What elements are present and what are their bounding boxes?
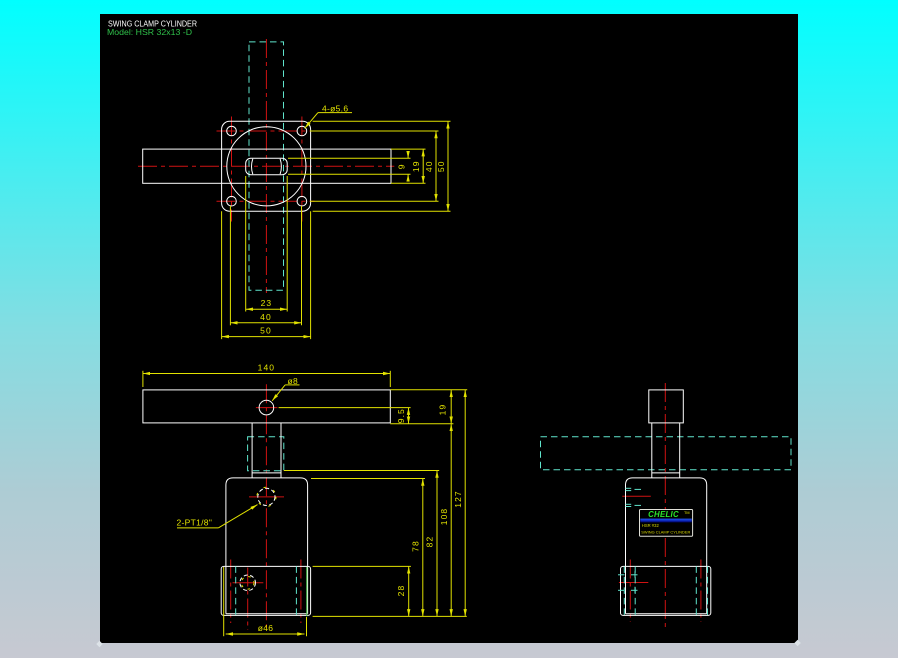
svg-text:23: 23 xyxy=(261,298,273,308)
svg-text:4-ø5.6: 4-ø5.6 xyxy=(322,104,348,114)
svg-text:40: 40 xyxy=(424,160,434,172)
svg-text:TM: TM xyxy=(684,511,689,515)
svg-text:82: 82 xyxy=(425,536,435,548)
svg-text:CHELIC: CHELIC xyxy=(648,510,679,519)
svg-text:78: 78 xyxy=(410,540,420,552)
svg-text:50: 50 xyxy=(436,160,446,172)
svg-text:19: 19 xyxy=(411,160,421,172)
svg-text:2-PT1/8": 2-PT1/8" xyxy=(177,517,213,527)
svg-text:19: 19 xyxy=(437,404,447,416)
svg-text:SWING CLAMP CYLINDER: SWING CLAMP CYLINDER xyxy=(641,529,690,534)
svg-text:50: 50 xyxy=(260,326,272,336)
svg-text:9: 9 xyxy=(397,163,407,169)
svg-text:ø46: ø46 xyxy=(258,623,274,633)
svg-text:ø8: ø8 xyxy=(288,376,299,386)
svg-text:28: 28 xyxy=(396,585,406,597)
svg-text:HSR #32: HSR #32 xyxy=(642,523,659,528)
svg-text:140: 140 xyxy=(258,363,275,373)
svg-text:40: 40 xyxy=(260,312,272,322)
svg-text:9.5: 9.5 xyxy=(396,408,406,423)
svg-text:Model: HSR 32x13 -D: Model: HSR 32x13 -D xyxy=(107,27,192,37)
svg-text:108: 108 xyxy=(439,508,449,525)
svg-text:127: 127 xyxy=(453,490,463,507)
